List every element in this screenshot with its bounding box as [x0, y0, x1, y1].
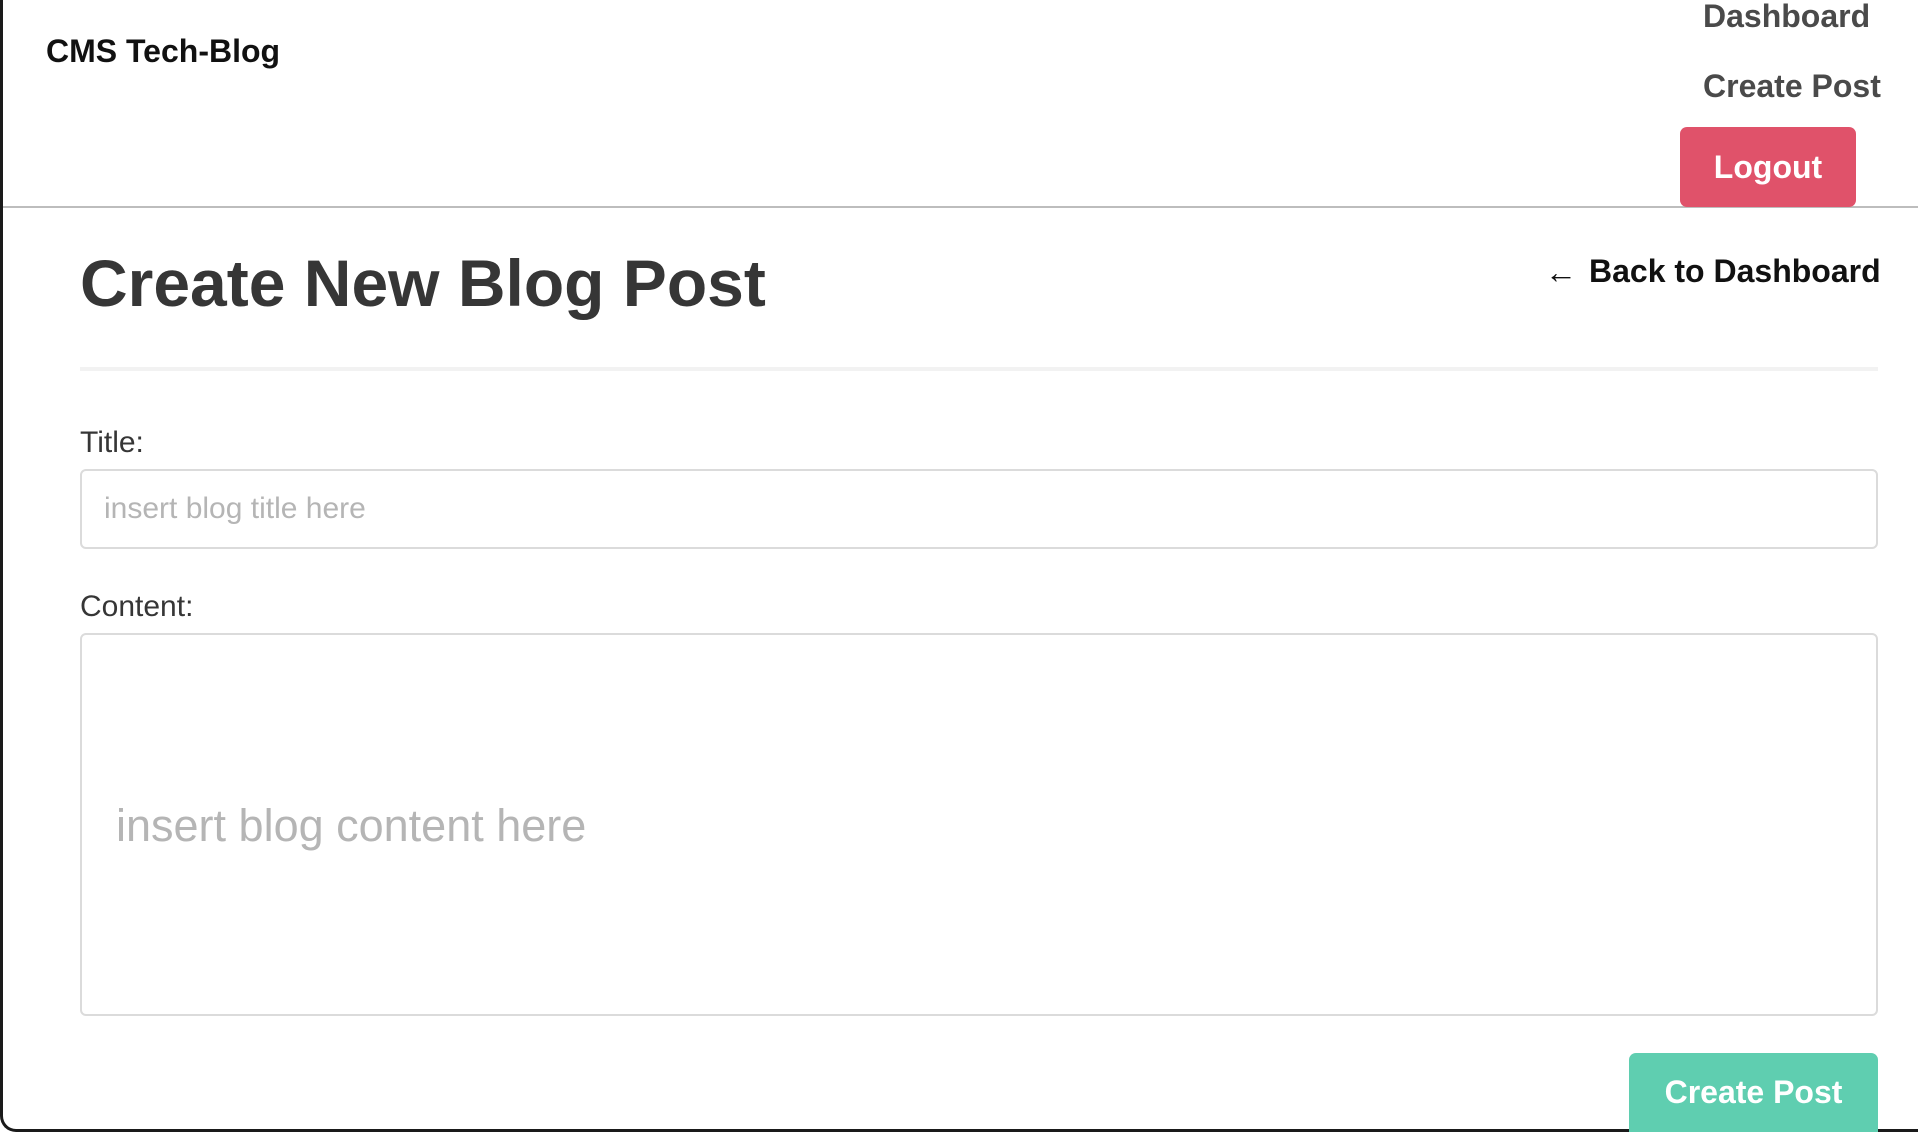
- brand-logo-text[interactable]: CMS Tech-Blog: [46, 33, 280, 70]
- create-post-button[interactable]: Create Post: [1629, 1053, 1878, 1132]
- content-textarea[interactable]: [80, 633, 1878, 1016]
- nav-link-dashboard[interactable]: Dashboard: [1703, 0, 1870, 35]
- back-to-dashboard-link[interactable]: ← Back to Dashboard: [1545, 253, 1881, 290]
- left-arrow-icon: ←: [1545, 253, 1577, 290]
- navbar: CMS Tech-Blog Dashboard Create Post Logo…: [3, 0, 1918, 208]
- nav-link-create-post[interactable]: Create Post: [1703, 68, 1881, 105]
- header-divider: [80, 367, 1878, 371]
- content-label: Content:: [80, 590, 194, 623]
- back-to-dashboard-label: Back to Dashboard: [1589, 253, 1881, 289]
- title-input[interactable]: [80, 469, 1878, 549]
- title-label: Title:: [80, 426, 144, 459]
- logout-button[interactable]: Logout: [1680, 127, 1856, 207]
- page-title: Create New Blog Post: [80, 246, 766, 320]
